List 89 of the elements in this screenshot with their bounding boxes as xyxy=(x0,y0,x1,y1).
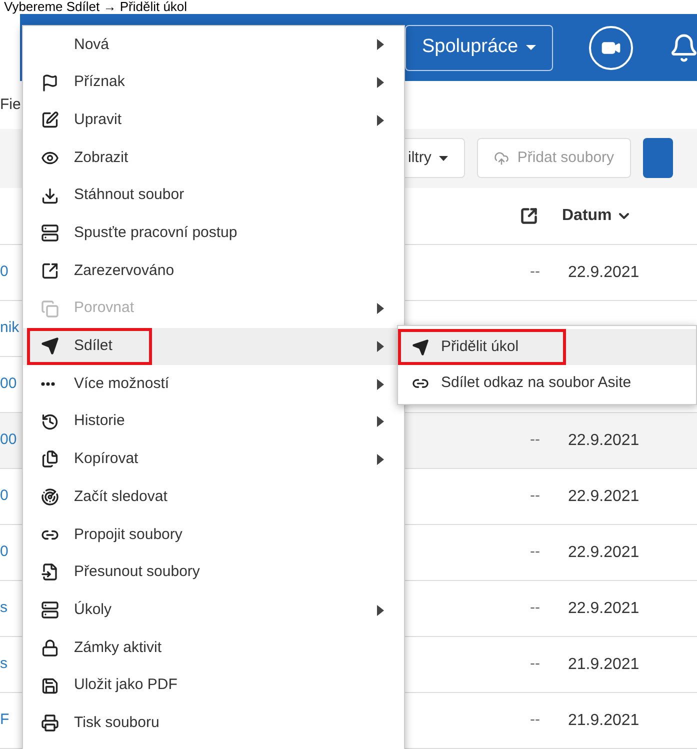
file-arrow-icon xyxy=(41,563,59,582)
menu-item[interactable]: Zámky aktivit xyxy=(23,629,404,667)
printer-icon xyxy=(41,714,59,732)
stack-icon xyxy=(41,224,59,242)
menu-item-label: Úkoly xyxy=(74,600,113,620)
menu-item-label: Zarezervováno xyxy=(74,260,176,281)
menu-item[interactable]: Začít sledovat xyxy=(23,478,404,516)
submenu-item[interactable]: Sdílet odkaz na soubor Asite xyxy=(398,365,696,401)
menu-item-label: Stáhnout soubor xyxy=(74,185,186,206)
submenu-item[interactable]: Přidělit úkol xyxy=(398,329,696,365)
caret-icon xyxy=(377,378,384,390)
menu-item-label: Zobrazit xyxy=(74,148,130,168)
menu-item-label: Přesunout soubory xyxy=(74,562,201,582)
menu-item[interactable]: Propojit soubory xyxy=(23,516,404,554)
table-cell-text: 21.9.2021 xyxy=(568,654,640,674)
table-cell-text: -- xyxy=(529,542,541,562)
menu-item-label: Spusťte pracovní postup xyxy=(74,223,238,244)
menu-item-label: Uložit jako PDF xyxy=(74,675,178,696)
external-square-icon xyxy=(520,206,538,225)
primary-button[interactable] xyxy=(643,138,674,178)
table-cell-text: 22.9.2021 xyxy=(568,598,640,618)
bell-icon[interactable] xyxy=(669,32,697,63)
caret-icon xyxy=(377,114,384,126)
menu-item[interactable]: Přesunout soubory xyxy=(23,554,404,592)
menu-item-label: Porovnat xyxy=(74,298,136,318)
caret-icon xyxy=(377,340,384,352)
caret-icon xyxy=(377,77,384,88)
target-icon xyxy=(41,488,59,506)
video-icon[interactable] xyxy=(589,26,634,70)
menu-item[interactable]: Nová xyxy=(23,26,404,64)
table-cell-text: -- xyxy=(529,598,541,618)
files-icon xyxy=(41,450,59,468)
table-cell-text: 22.9.2021 xyxy=(568,486,640,506)
save-icon xyxy=(41,676,59,695)
history-icon xyxy=(41,412,59,431)
caption: Vybereme Sdílet → Přidělit úkol xyxy=(3,0,188,14)
menu-item[interactable]: Historie xyxy=(23,402,404,441)
menu-item[interactable]: Tisk souboru xyxy=(23,704,404,742)
menu-item-label: Nová xyxy=(74,34,110,55)
download-icon xyxy=(41,186,59,205)
caret-icon xyxy=(377,303,384,314)
caret-icon xyxy=(439,156,448,161)
pencil-square-icon xyxy=(41,111,59,130)
date-column-header[interactable]: Datum xyxy=(562,204,632,228)
menu-item-label: Začít sledovat xyxy=(74,486,168,507)
collab-button[interactable]: Spolupráce xyxy=(405,24,554,71)
table-cell-text: 22.9.2021 xyxy=(568,262,640,282)
submenu-item-label: Sdílet odkaz na soubor Asite xyxy=(441,372,632,393)
menu-item-label: Zámky aktivit xyxy=(74,638,163,658)
menu-item-label: Propojit soubory xyxy=(74,524,184,545)
menu-item-label: Historie xyxy=(74,411,126,432)
flag-icon xyxy=(41,74,59,92)
lock-icon xyxy=(41,638,59,657)
stack-icon xyxy=(41,601,59,620)
caret-icon xyxy=(377,604,384,616)
menu-item[interactable]: Spusťte pracovní postup xyxy=(23,214,404,252)
menu-item-label: Kopírovat xyxy=(74,449,140,470)
table-cell-text: -- xyxy=(529,710,541,730)
copy-icon xyxy=(41,300,59,318)
table-cell-text: -- xyxy=(529,486,541,506)
table-cell-text: -- xyxy=(529,430,541,450)
table-cell-text: 22.9.2021 xyxy=(568,430,640,450)
submenu-item-label: Přidělit úkol xyxy=(441,336,519,357)
menu-item-label: Tisk souboru xyxy=(74,712,160,733)
menu-item[interactable]: Stáhnout soubor xyxy=(23,176,404,214)
table-cell-text: -- xyxy=(529,654,541,674)
caret-icon xyxy=(526,45,536,50)
menu-item[interactable]: Kopírovat xyxy=(23,440,404,478)
menu-item-label: Upravit xyxy=(74,110,123,130)
cloud-upload-icon xyxy=(494,150,510,166)
menu-item[interactable]: Příznak xyxy=(23,64,404,102)
breadcrumb: Fie xyxy=(0,94,21,115)
external-square-icon xyxy=(41,262,59,280)
menu-item[interactable]: Upravit xyxy=(23,101,404,140)
menu-item[interactable]: Zarezervováno xyxy=(23,252,404,290)
menu-item[interactable]: Úkoly xyxy=(23,591,404,629)
caret-icon xyxy=(377,39,384,50)
paper-plane-icon xyxy=(41,337,59,356)
menu-item[interactable]: Uložit jako PDF xyxy=(23,666,404,704)
menu-item-label: Sdílet xyxy=(74,336,114,356)
paper-plane-icon xyxy=(412,338,429,356)
table-cell-text: 21.9.2021 xyxy=(568,710,640,730)
menu-item-label: Příznak xyxy=(74,72,126,92)
ellipsis-icon xyxy=(41,382,55,386)
table-cell-text: 22.9.2021 xyxy=(568,542,640,562)
caret-icon xyxy=(377,416,384,428)
table-cell-text: -- xyxy=(529,262,541,282)
caret-icon xyxy=(377,454,384,465)
menu-item-label: Více možností xyxy=(74,374,170,394)
